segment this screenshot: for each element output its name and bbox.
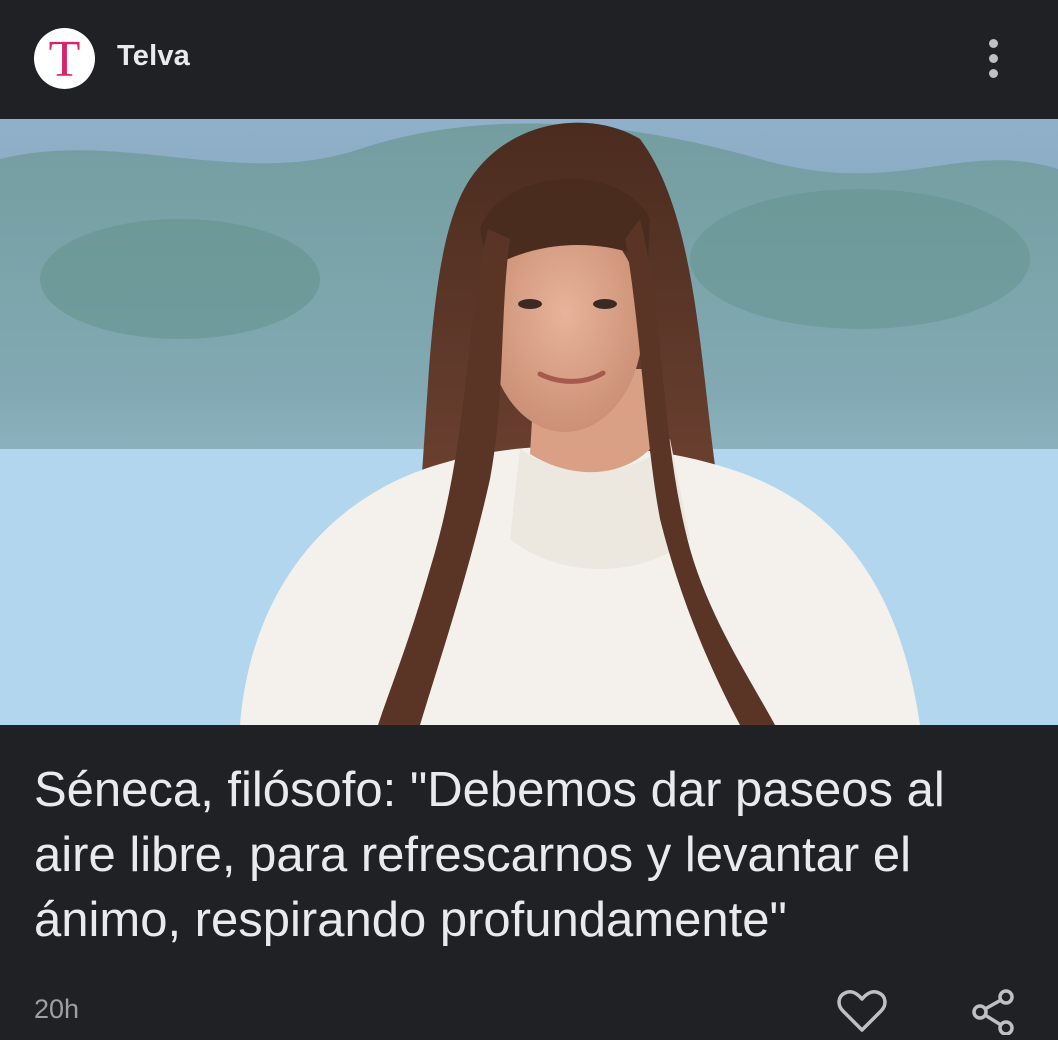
share-icon-graphic [972,989,1014,1036]
article-photo [0,119,1058,725]
article-image[interactable] [0,119,1058,725]
menu-dot [988,53,998,63]
share-icon[interactable] [970,988,1018,1036]
menu-dot [988,38,998,48]
source-logo[interactable]: T [34,28,95,89]
logo-letter: T [48,30,81,88]
source-name[interactable]: Telva [117,40,190,73]
menu-dot [988,68,998,78]
publish-time: 20h [34,994,80,1024]
more-vert-icon[interactable] [972,36,1014,80]
heart-icon[interactable] [836,988,888,1035]
app-header: T Telva [0,0,1058,119]
heart-icon-graphic [837,990,887,1032]
article-headline[interactable]: Séneca, filósofo: "Debemos dar paseos al… [34,758,1024,953]
